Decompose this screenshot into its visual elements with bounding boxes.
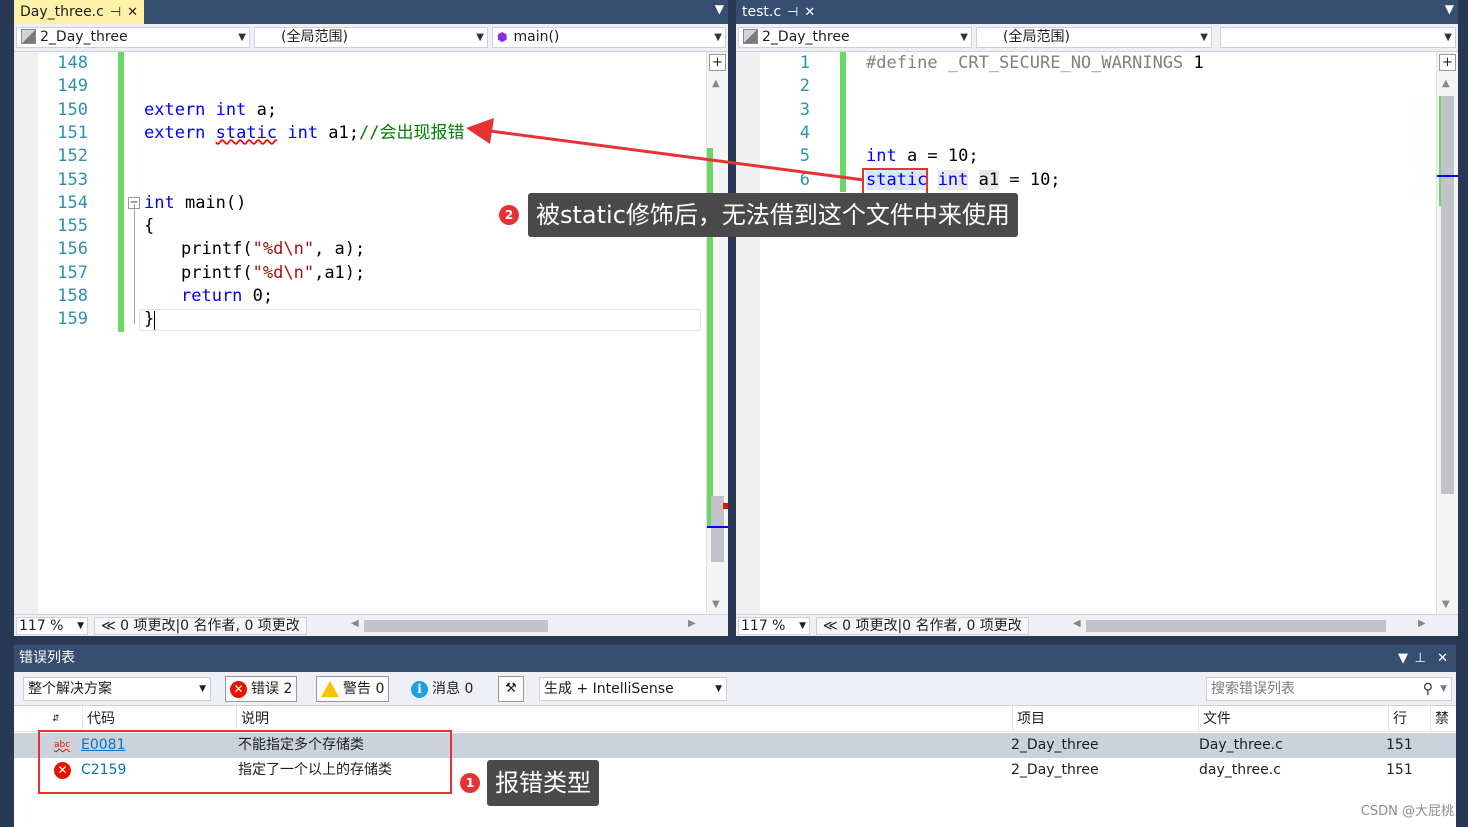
annotation-arrow [466, 118, 865, 182]
arrow-head [466, 118, 494, 144]
annotation-badge-1: 1 [460, 773, 480, 793]
annotation-callout-1: 报错类型 [487, 760, 599, 806]
arrow-line [489, 129, 865, 182]
annotation-badge-2: 2 [499, 205, 519, 225]
watermark: CSDN @大屁桃 [1360, 804, 1454, 819]
annotation-callout-2: 被static修饰后，无法借到这个文件中来使用 [528, 193, 1018, 237]
